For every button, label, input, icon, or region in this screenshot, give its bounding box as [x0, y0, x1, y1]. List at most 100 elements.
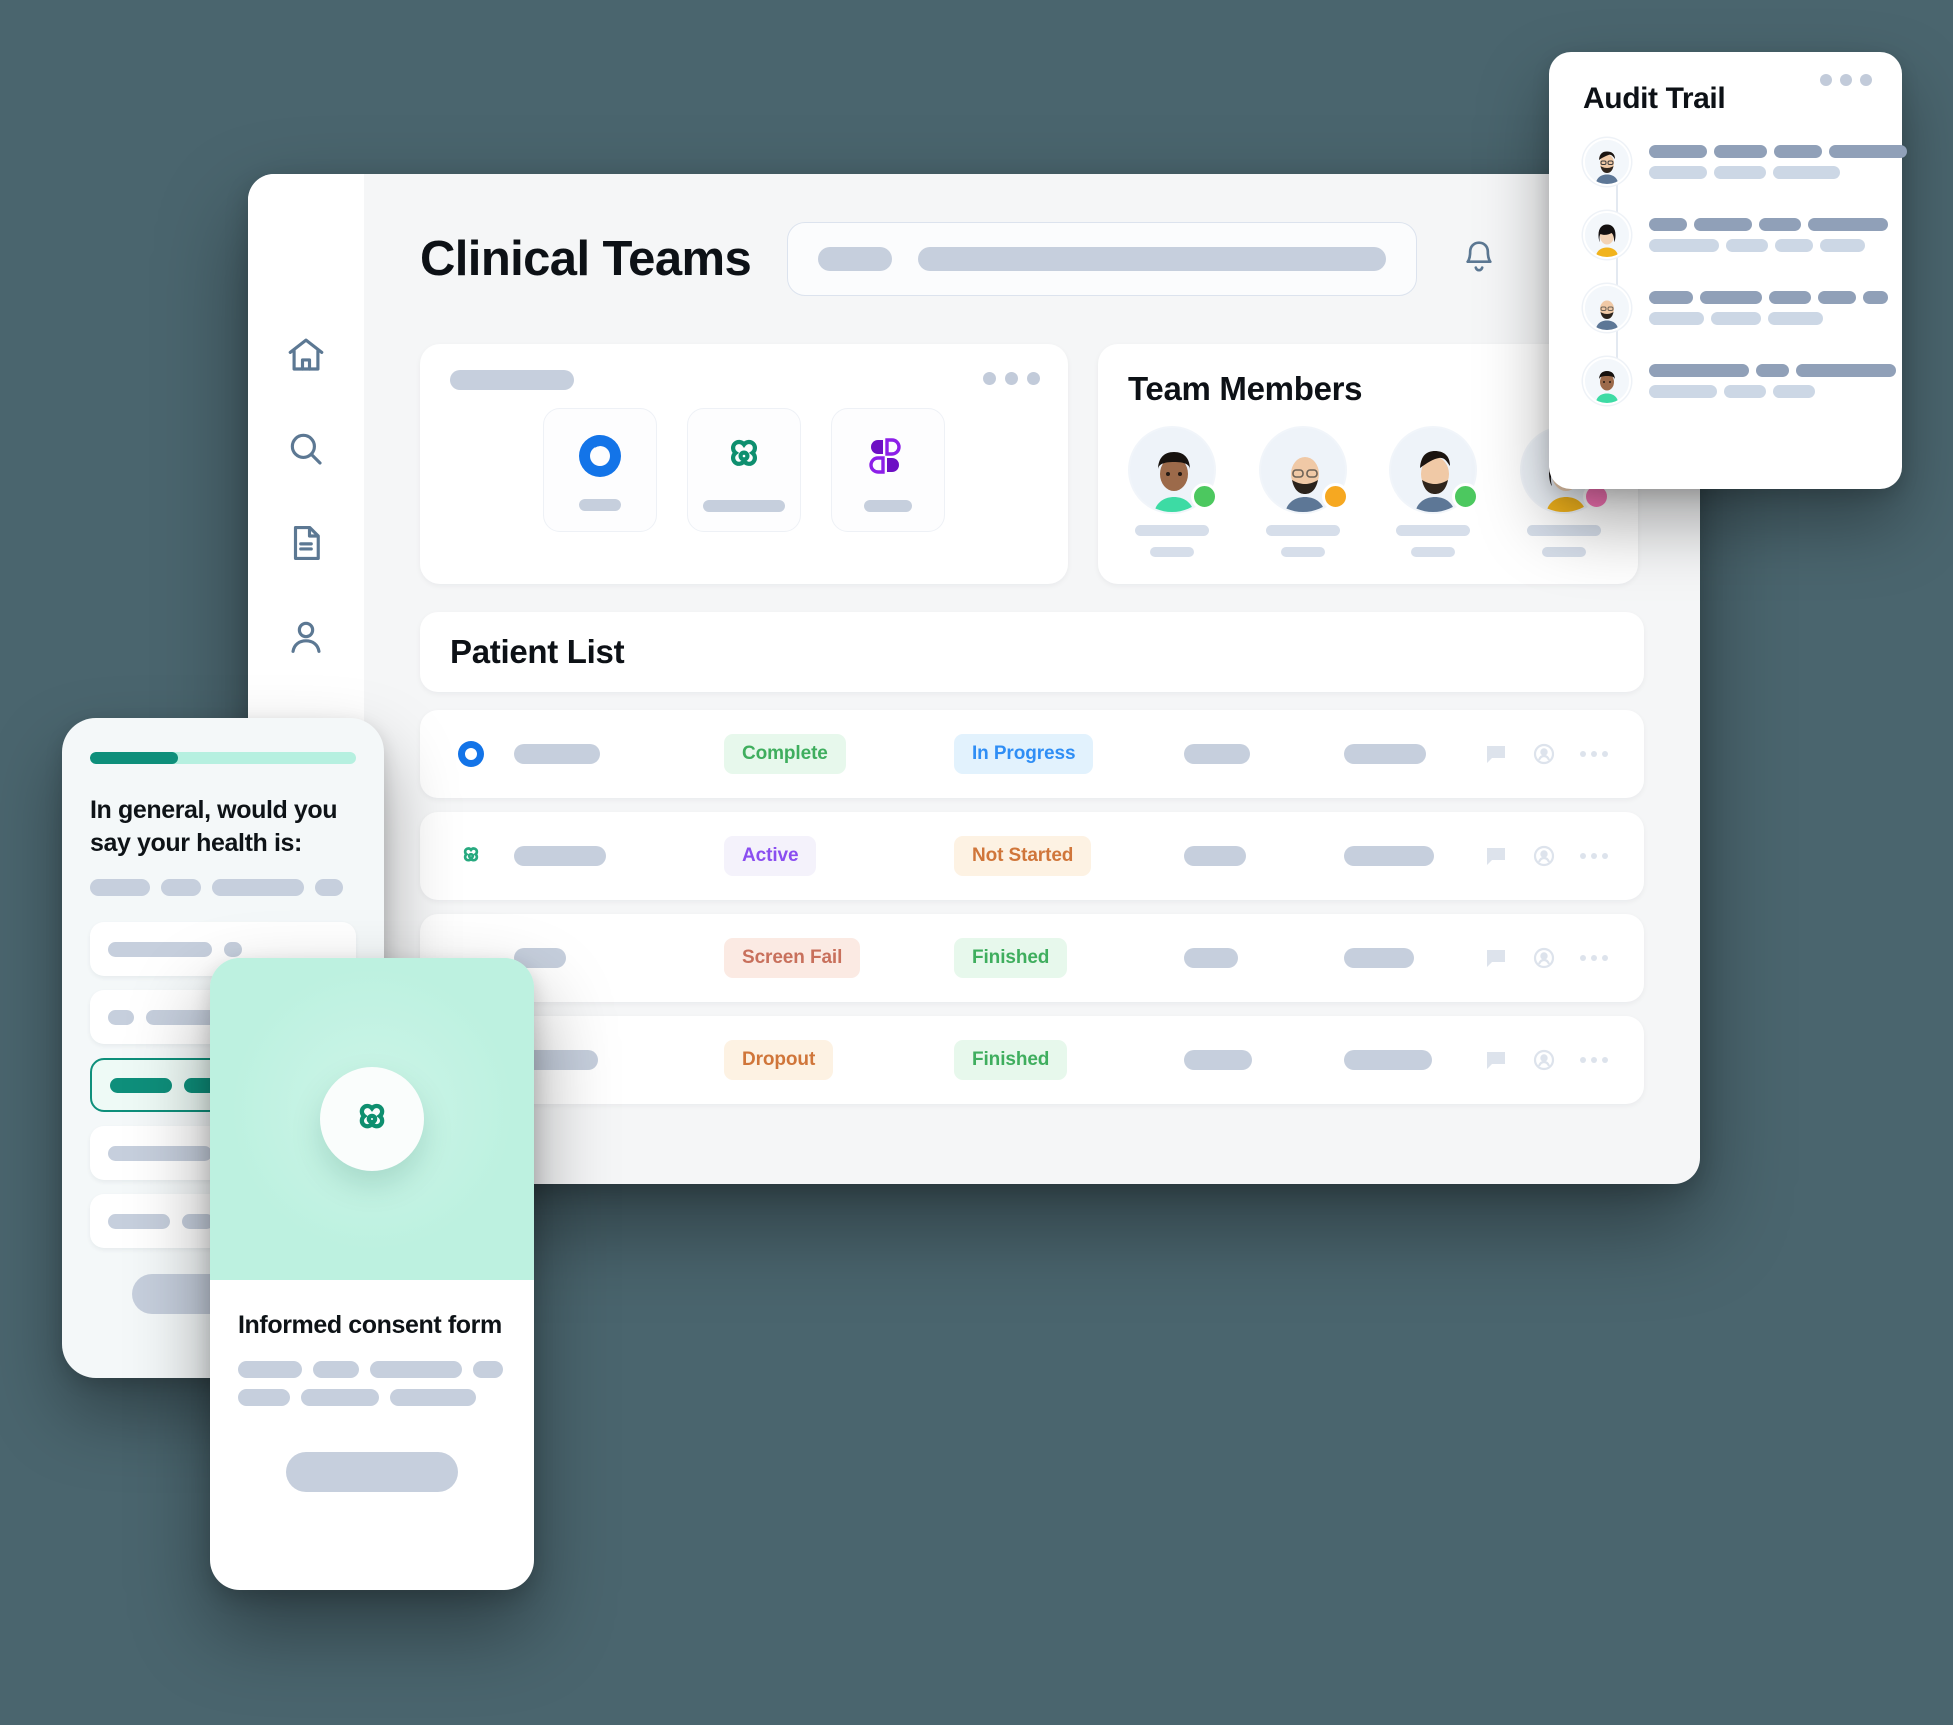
status-dot	[1321, 483, 1349, 510]
status-badge: Dropout	[724, 1040, 834, 1080]
survey-subtext-skeleton	[90, 879, 356, 896]
apps-card-title-skeleton	[450, 370, 574, 390]
row-icon-green-flower	[456, 841, 514, 871]
team-member[interactable]	[1389, 426, 1480, 557]
member-role-skeleton	[1280, 547, 1325, 557]
apps-card	[420, 344, 1068, 584]
avatar-woman-yellow-icon	[1585, 213, 1629, 257]
app-tile-green-flower[interactable]	[687, 408, 801, 532]
progress-badge: Finished	[954, 938, 1068, 978]
row-field-skeleton	[1344, 948, 1414, 968]
table-row[interactable]: Screen Fail Finished	[420, 914, 1644, 1002]
row-field-skeleton	[1344, 846, 1434, 866]
consent-phone: Informed consent form	[210, 958, 534, 1590]
green-flower-icon	[731, 439, 757, 466]
team-member[interactable]	[1128, 426, 1218, 557]
assignee-icon[interactable]	[1532, 742, 1556, 766]
row-field-skeleton	[1184, 1050, 1252, 1070]
page-root: Clinical Teams Team Members Patient List…	[0, 0, 1953, 1725]
table-row[interactable]: Dropout Finished	[420, 1016, 1644, 1104]
cards-row: Team Members	[420, 344, 1644, 584]
audit-entry[interactable]	[1583, 357, 1896, 405]
comment-icon[interactable]	[1484, 844, 1508, 868]
team-members-list	[1128, 426, 1610, 557]
comment-icon[interactable]	[1484, 946, 1508, 970]
app-tile-label-skeleton	[579, 499, 621, 511]
progress-badge: Not Started	[954, 836, 1092, 876]
search-input[interactable]	[787, 222, 1418, 296]
topbar: Clinical Teams	[420, 174, 1644, 344]
sidebar-item-documents[interactable]	[285, 522, 327, 564]
survey-question: In general, would you say your health is…	[90, 796, 338, 857]
app-tile-label-skeleton	[864, 500, 912, 512]
status-badge: Screen Fail	[724, 938, 861, 978]
app-tile-purple-petal[interactable]	[831, 408, 945, 532]
member-name-skeleton	[1526, 525, 1601, 536]
audit-entry[interactable]	[1583, 138, 1907, 186]
row-menu-ellipsis-icon[interactable]	[1580, 751, 1608, 757]
patient-rows: Complete In Progress Active Not Started …	[420, 710, 1644, 1104]
sidebar-item-profile[interactable]	[285, 616, 327, 658]
consent-accept-button[interactable]	[286, 1452, 458, 1493]
apps-card-menu-ellipsis-icon[interactable]	[983, 372, 1040, 385]
notification-bell-icon[interactable]	[1459, 237, 1499, 281]
audit-entry[interactable]	[1583, 211, 1888, 259]
status-dot	[1452, 483, 1480, 510]
row-field-skeleton	[1344, 744, 1426, 764]
row-name-skeleton	[514, 744, 600, 764]
row-menu-ellipsis-icon[interactable]	[1580, 1057, 1608, 1063]
row-field-skeleton	[1184, 846, 1246, 866]
green-flower-icon	[463, 847, 479, 862]
row-field-skeleton	[1184, 948, 1238, 968]
progress-badge: In Progress	[954, 734, 1094, 774]
member-name-skeleton	[1265, 525, 1340, 536]
survey-progress-bar	[90, 752, 356, 764]
audit-trail-title: Audit Trail	[1583, 82, 1726, 115]
app-tile-label-skeleton	[703, 500, 785, 512]
table-row[interactable]: Active Not Started	[420, 812, 1644, 900]
audit-trail-list	[1583, 138, 1907, 405]
audit-trail-menu-ellipsis-icon[interactable]	[1820, 74, 1872, 86]
audit-entry[interactable]	[1583, 284, 1888, 332]
app-tile-blue-ring[interactable]	[543, 408, 657, 532]
status-badge: Active	[724, 836, 817, 876]
status-badge: Complete	[724, 734, 846, 774]
member-name-skeleton	[1135, 525, 1209, 536]
audit-trail-card: Audit Trail	[1549, 52, 1907, 489]
consent-hero	[210, 958, 534, 1280]
comment-icon[interactable]	[1484, 742, 1508, 766]
avatar-man-teal-icon	[1585, 359, 1629, 403]
sidebar-item-search[interactable]	[285, 428, 327, 470]
row-field-skeleton	[1344, 1050, 1432, 1070]
team-member[interactable]	[1258, 426, 1349, 557]
member-name-skeleton	[1396, 525, 1471, 536]
patient-list-title: Patient List	[450, 633, 625, 670]
consent-text-skeleton	[238, 1361, 506, 1407]
row-menu-ellipsis-icon[interactable]	[1580, 853, 1608, 859]
avatar-bald-beard-icon	[1585, 286, 1629, 330]
row-icon-blue-ring	[456, 739, 514, 769]
app-tiles	[450, 408, 1038, 532]
blue-ring-icon	[579, 435, 621, 477]
assignee-icon[interactable]	[1532, 1048, 1556, 1072]
consent-logo-badge	[320, 1067, 424, 1171]
member-role-skeleton	[1541, 547, 1586, 557]
avatar	[1583, 357, 1631, 405]
avatar	[1583, 284, 1631, 332]
table-row[interactable]: Complete In Progress	[420, 710, 1644, 798]
row-menu-ellipsis-icon[interactable]	[1580, 955, 1608, 961]
purple-petal-icon	[869, 438, 901, 474]
member-role-skeleton	[1411, 547, 1456, 557]
consent-body: Informed consent form	[210, 1280, 534, 1493]
avatar-man-glasses-beard-icon	[1585, 140, 1629, 184]
comment-icon[interactable]	[1484, 1048, 1508, 1072]
page-title: Clinical Teams	[420, 232, 752, 286]
avatar	[1583, 138, 1631, 186]
sidebar-item-home[interactable]	[285, 334, 327, 376]
patient-list-header: Patient List	[420, 612, 1644, 692]
row-name-skeleton	[514, 846, 606, 866]
assignee-icon[interactable]	[1532, 844, 1556, 868]
progress-badge: Finished	[954, 1040, 1068, 1080]
search-skeleton-long	[918, 247, 1387, 271]
assignee-icon[interactable]	[1532, 946, 1556, 970]
